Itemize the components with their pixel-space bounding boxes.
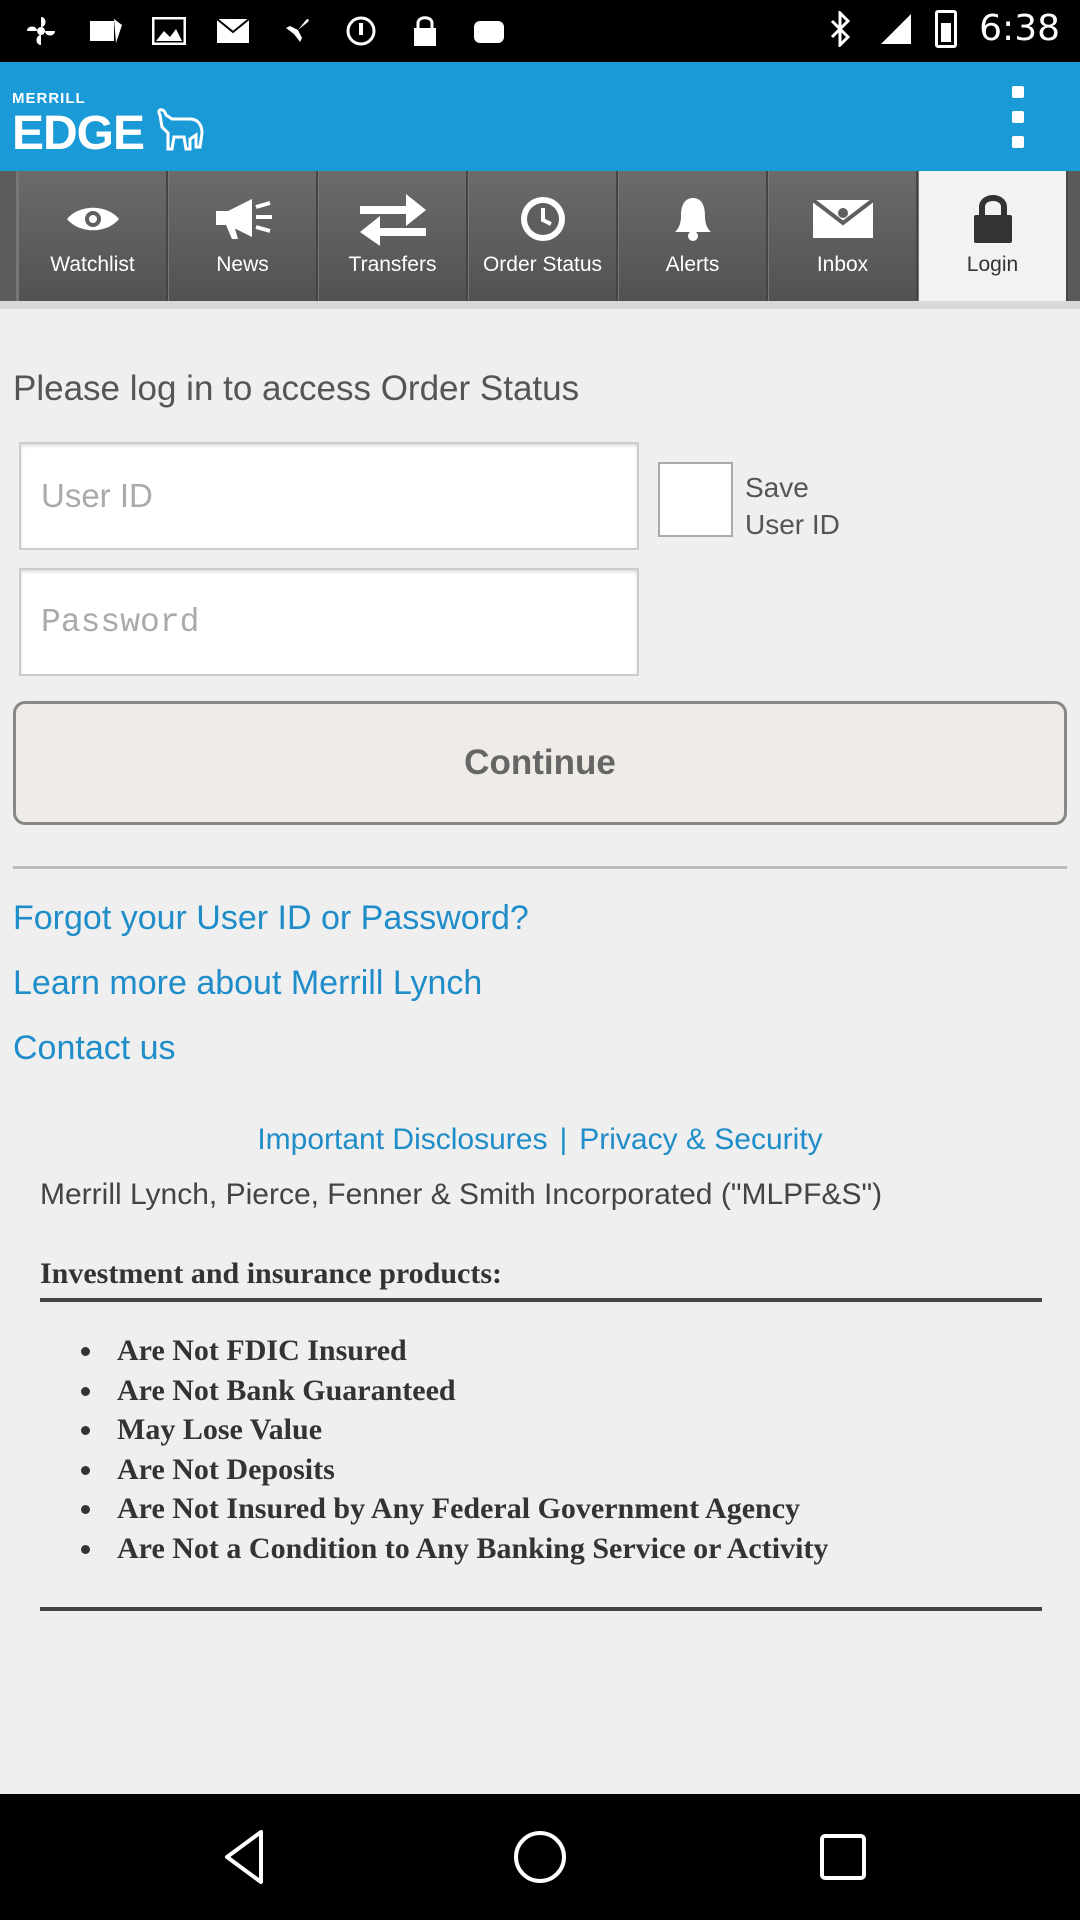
recents-icon[interactable] xyxy=(810,1824,876,1890)
menu-dot xyxy=(1012,110,1024,123)
tab-label: News xyxy=(216,253,269,276)
home-icon[interactable] xyxy=(507,1824,573,1890)
circle-icon xyxy=(344,12,378,50)
disclosure-list: Are Not FDIC Insured Are Not Bank Guaran… xyxy=(105,1331,828,1568)
continue-button[interactable]: Continue xyxy=(13,701,1067,825)
save-user-id-label[interactable]: Save User ID xyxy=(745,469,840,543)
overflow-menu-button[interactable] xyxy=(998,80,1038,154)
tab-label: Inbox xyxy=(816,253,869,276)
important-disclosures-link[interactable]: Important Disclosures xyxy=(257,1123,547,1156)
user-id-input[interactable] xyxy=(21,444,637,548)
envelope-icon xyxy=(811,191,874,247)
footer-separator: | xyxy=(559,1123,568,1156)
tab-label: Watchlist xyxy=(50,253,135,276)
nav-tabs: Watchlist News Transfers Order Status Al… xyxy=(0,171,1080,301)
tab-label: Alerts xyxy=(665,253,720,276)
list-item: Are Not Insured by Any Federal Governmen… xyxy=(105,1489,828,1529)
tab-inbox[interactable]: Inbox xyxy=(768,171,918,301)
tab-label: Order Status xyxy=(482,253,603,276)
nav-tab-edge xyxy=(0,171,18,301)
clock-time: 6:38 xyxy=(979,8,1060,49)
user-id-field[interactable] xyxy=(19,442,639,550)
tab-watchlist[interactable]: Watchlist xyxy=(18,171,168,301)
logo-small-text: MERRILL xyxy=(12,90,86,107)
disclosure-top-rule xyxy=(40,1298,1042,1302)
list-item: Are Not FDIC Insured xyxy=(105,1331,828,1371)
lock-icon xyxy=(408,12,442,50)
cloud-icon xyxy=(472,12,506,50)
eye-icon xyxy=(65,191,121,247)
disclosure-bottom-rule xyxy=(40,1607,1042,1611)
tab-news[interactable]: News xyxy=(168,171,318,301)
list-item: May Lose Value xyxy=(105,1410,828,1450)
status-bar: 6:38 xyxy=(0,0,1080,62)
merrill-edge-logo[interactable]: MERRILL EDGE xyxy=(12,90,206,158)
login-prompt: Please log in to access Order Status xyxy=(13,369,580,408)
battery-icon xyxy=(935,9,958,48)
privacy-security-link[interactable]: Privacy & Security xyxy=(579,1123,822,1156)
contact-us-link[interactable]: Contact us xyxy=(13,1029,176,1068)
fan-icon xyxy=(24,12,58,50)
list-item: Are Not a Condition to Any Banking Servi… xyxy=(105,1529,828,1569)
save-label-line2: User ID xyxy=(745,509,840,540)
airplane-news-icon xyxy=(88,12,122,50)
save-user-id-checkbox[interactable] xyxy=(658,462,733,537)
tab-alerts[interactable]: Alerts xyxy=(618,171,768,301)
save-label-line1: Save xyxy=(745,472,809,503)
transfer-arrows-icon xyxy=(356,191,430,247)
system-icons: 6:38 xyxy=(823,8,1060,49)
bell-icon xyxy=(673,191,713,247)
password-field[interactable] xyxy=(19,568,639,676)
investment-title: Investment and insurance products: xyxy=(40,1257,502,1290)
app-header: MERRILL EDGE xyxy=(0,62,1080,171)
forgot-credentials-link[interactable]: Forgot your User ID or Password? xyxy=(13,899,529,938)
lock-icon xyxy=(972,191,1014,247)
tab-login[interactable]: Login xyxy=(918,171,1068,301)
tab-transfers[interactable]: Transfers xyxy=(318,171,468,301)
company-name: Merrill Lynch, Pierce, Fenner & Smith In… xyxy=(40,1178,883,1211)
clock-icon xyxy=(518,191,568,247)
list-item: Are Not Bank Guaranteed xyxy=(105,1371,828,1411)
list-item: Are Not Deposits xyxy=(105,1450,828,1490)
bluetooth-icon xyxy=(823,10,857,48)
tab-order-status[interactable]: Order Status xyxy=(468,171,618,301)
image-icon xyxy=(152,12,186,50)
tab-label: Transfers xyxy=(348,253,437,276)
login-content: Please log in to access Order Status Sav… xyxy=(0,301,1080,1794)
back-icon[interactable] xyxy=(213,1824,279,1890)
divider xyxy=(13,866,1067,869)
signal-icon xyxy=(879,10,913,48)
password-input[interactable] xyxy=(21,570,637,674)
menu-dot xyxy=(1012,135,1024,148)
mail-icon xyxy=(216,12,250,50)
megaphone-icon xyxy=(212,191,274,247)
logo-big-text: EDGE xyxy=(12,107,145,160)
tab-label: Login xyxy=(966,253,1019,276)
airplane-icon xyxy=(280,12,314,50)
bull-icon xyxy=(154,107,206,156)
menu-dot xyxy=(1012,86,1024,99)
footer-links: Important Disclosures | Privacy & Security xyxy=(0,1123,1080,1157)
system-nav-bar xyxy=(0,1794,1080,1920)
learn-more-link[interactable]: Learn more about Merrill Lynch xyxy=(13,964,482,1003)
notification-icons xyxy=(24,12,506,50)
